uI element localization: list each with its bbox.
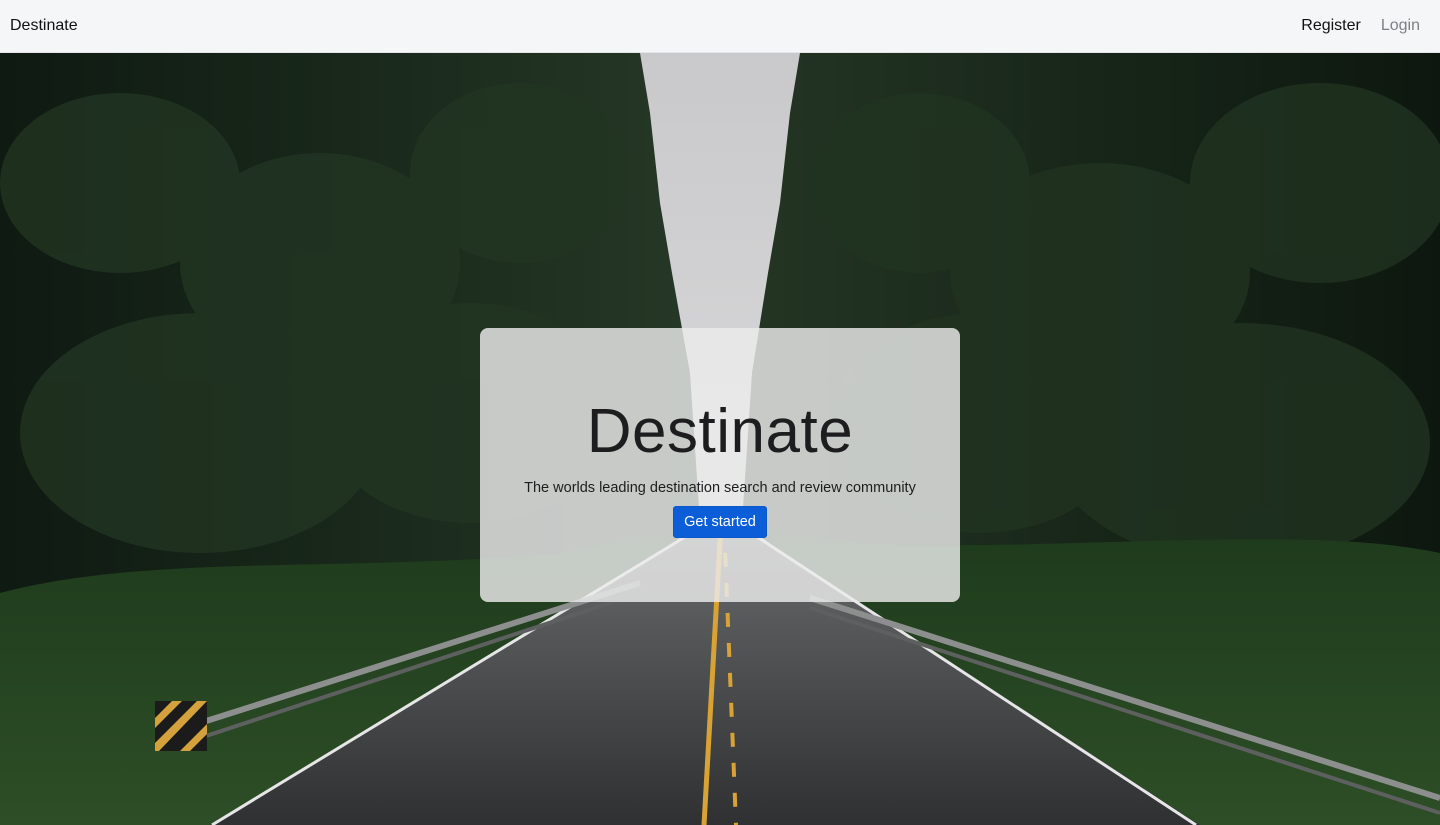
top-navbar: Destinate Register Login bbox=[0, 0, 1440, 53]
hero-title: Destinate bbox=[586, 397, 854, 466]
hero-subtitle: The worlds leading destination search an… bbox=[524, 480, 916, 496]
nav-links: Register Login bbox=[1301, 17, 1430, 35]
get-started-button[interactable]: Get started bbox=[673, 506, 767, 538]
register-link[interactable]: Register bbox=[1301, 17, 1361, 35]
login-link[interactable]: Login bbox=[1381, 17, 1420, 35]
hero-card: Destinate The worlds leading destination… bbox=[480, 328, 960, 602]
hero-section: Destinate The worlds leading destination… bbox=[0, 53, 1440, 825]
brand-link[interactable]: Destinate bbox=[10, 17, 78, 35]
